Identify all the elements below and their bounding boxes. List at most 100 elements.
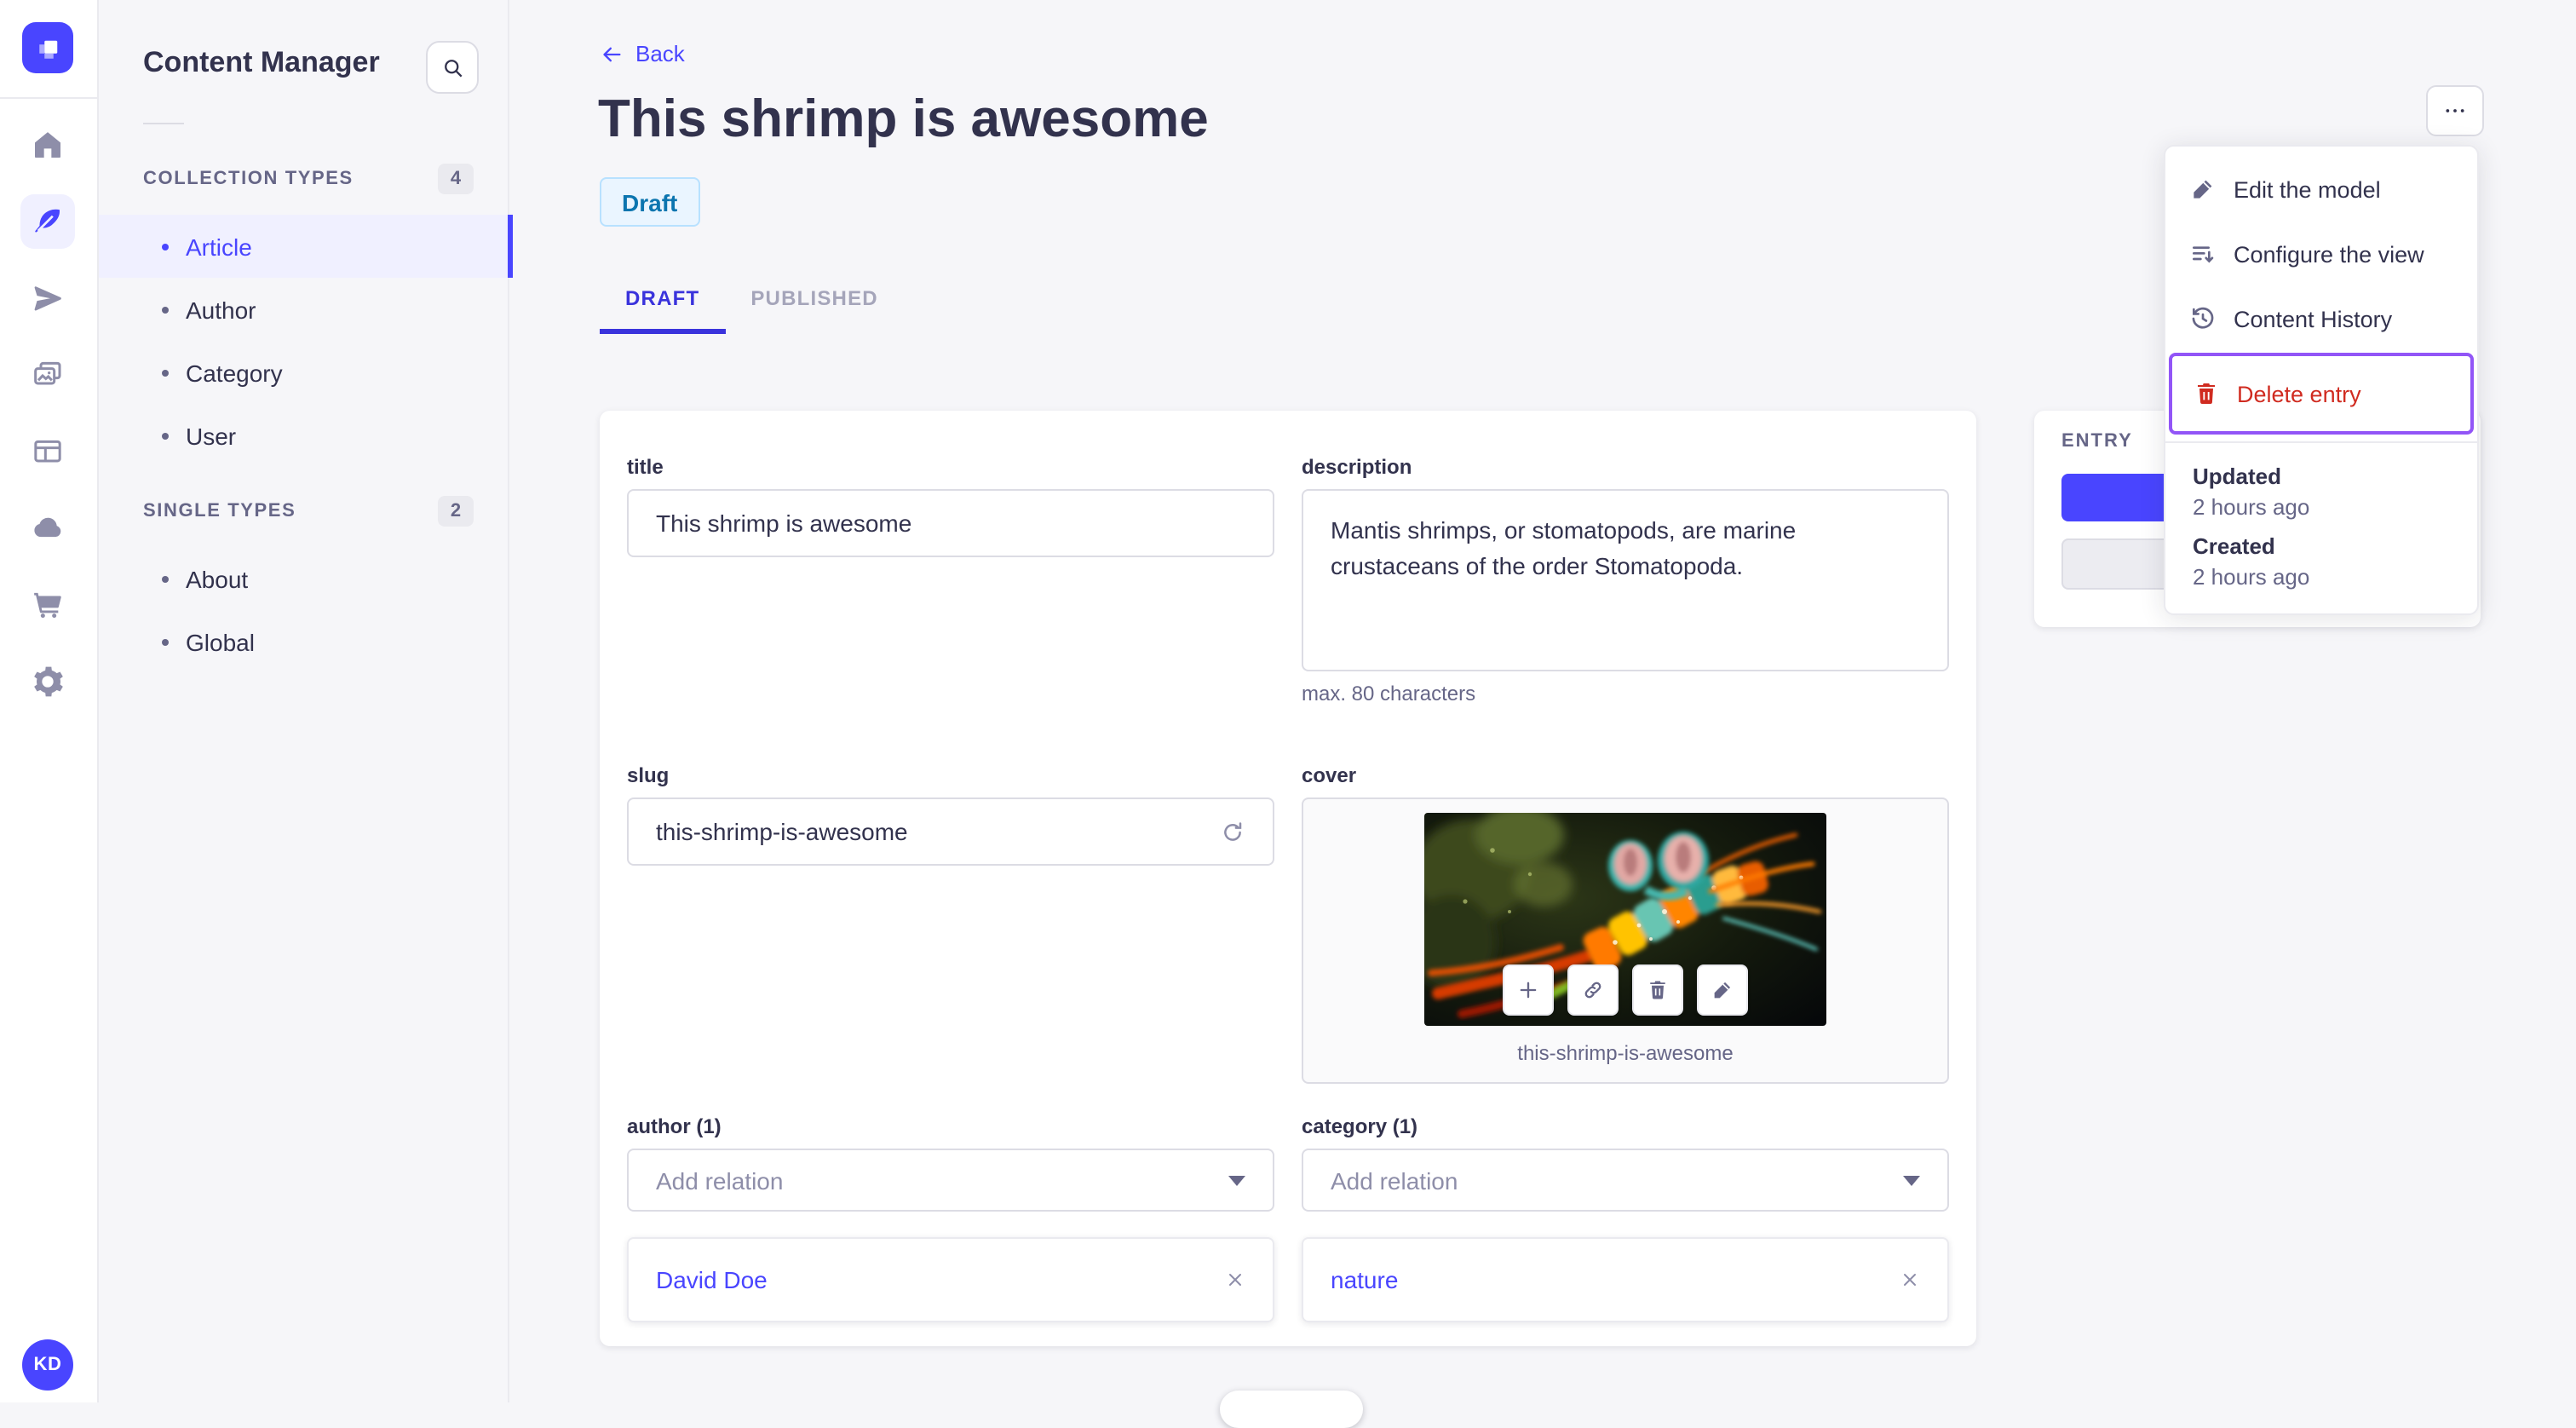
updated-value: 2 hours ago — [2193, 494, 2310, 520]
plus-icon — [1520, 982, 1537, 999]
category-field-group: category (1) Add relation nature — [1302, 1114, 1949, 1322]
nav-content-manager[interactable] — [20, 194, 75, 249]
home-icon — [35, 132, 60, 158]
user-avatar[interactable]: KD — [22, 1339, 73, 1391]
collection-types-label: COLLECTION TYPES — [143, 169, 354, 189]
cover-field-group: cover this-shrimp-is-awesome — [1302, 763, 1949, 1084]
single-types-label: SINGLE TYPES — [143, 501, 296, 521]
nav-deploy[interactable] — [20, 501, 75, 556]
sidebar-item-about[interactable]: About — [97, 547, 508, 610]
tab-draft[interactable]: DRAFT — [600, 273, 726, 334]
chevron-down-icon — [1228, 1175, 1245, 1185]
version-tabs: DRAFT PUBLISHED — [600, 273, 904, 334]
sidebar-item-article[interactable]: Article — [97, 215, 513, 278]
menu-item-label: Configure the view — [2234, 241, 2424, 267]
sidebar-item-global[interactable]: Global — [97, 610, 508, 673]
entry-meta: Updated 2 hours ago Created 2 hours ago — [2165, 460, 2477, 590]
nav-releases[interactable] — [20, 271, 75, 325]
floating-toolbar-pill[interactable] — [1220, 1391, 1363, 1428]
chevron-down-icon — [1903, 1175, 1920, 1185]
edit-media-button[interactable] — [1697, 964, 1748, 1016]
description-textarea[interactable]: Mantis shrimps, or stomatopods, are mari… — [1302, 489, 1949, 671]
cart-icon — [34, 592, 61, 619]
add-media-button[interactable] — [1503, 964, 1554, 1016]
slug-label: slug — [627, 763, 670, 787]
description-helper: max. 80 characters — [1302, 682, 1476, 705]
pictures-icon — [34, 361, 61, 385]
bullet-icon — [162, 432, 169, 439]
author-relation-combobox[interactable]: Add relation — [627, 1149, 1274, 1212]
title-value: This shrimp is awesome — [656, 510, 912, 537]
content-manager-subnav: Content Manager COLLECTION TYPES 4 Artic… — [97, 0, 513, 1402]
menu-item-content-history[interactable]: Content History — [2165, 286, 2477, 351]
menu-item-edit-model[interactable]: Edit the model — [2165, 157, 2477, 222]
menu-item-delete-entry[interactable]: Delete entry — [2169, 353, 2474, 435]
page-title: This shrimp is awesome — [598, 89, 1209, 148]
cover-actions — [1503, 964, 1748, 1016]
single-types-header: SINGLE TYPES 2 — [143, 496, 474, 527]
strapi-logo[interactable] — [22, 22, 73, 73]
sidebar-item-label: User — [186, 422, 237, 449]
trash-icon — [2198, 383, 2215, 404]
author-field-group: author (1) Add relation David Doe — [627, 1114, 1274, 1322]
feather-icon — [35, 209, 60, 233]
remove-relation-icon[interactable] — [1225, 1270, 1245, 1290]
sidebar-item-category[interactable]: Category — [97, 341, 508, 404]
copy-link-button[interactable] — [1567, 964, 1619, 1016]
author-label: author (1) — [627, 1114, 722, 1138]
description-label: description — [1302, 455, 1412, 479]
sidebar-item-label: Category — [186, 359, 283, 386]
remove-relation-icon[interactable] — [1900, 1270, 1920, 1290]
nav-home[interactable] — [20, 118, 75, 172]
created-label: Created — [2193, 533, 2275, 559]
sidebar-item-label: About — [186, 565, 249, 592]
trash-icon — [1650, 981, 1665, 999]
back-label: Back — [635, 41, 685, 66]
collection-types-count: 4 — [438, 164, 474, 194]
link-icon — [1584, 982, 1601, 999]
category-relation-item: nature — [1302, 1237, 1949, 1322]
sidebar-item-label: Article — [186, 233, 252, 260]
menu-item-label: Edit the model — [2234, 176, 2381, 202]
sidebar-item-label: Author — [186, 296, 256, 323]
menu-item-configure-view[interactable]: Configure the view — [2165, 222, 2477, 286]
sidebar-item-author[interactable]: Author — [97, 278, 508, 341]
relation-link[interactable]: David Doe — [656, 1266, 768, 1293]
tab-published[interactable]: PUBLISHED — [725, 273, 904, 334]
back-link[interactable]: Back — [600, 41, 685, 66]
arrow-left-icon — [603, 46, 621, 61]
title-label: title — [627, 455, 664, 479]
search-icon — [444, 59, 462, 77]
updated-label: Updated — [2193, 464, 2281, 489]
nav-marketplace[interactable] — [20, 578, 75, 632]
status-badge: Draft — [600, 177, 700, 227]
category-placeholder: Add relation — [1331, 1166, 1458, 1194]
delete-media-button[interactable] — [1632, 964, 1683, 1016]
relation-link[interactable]: nature — [1331, 1266, 1398, 1293]
configure-view-icon — [2193, 246, 2214, 263]
search-button[interactable] — [426, 41, 479, 94]
layout-icon — [34, 440, 61, 463]
menu-item-label: Content History — [2234, 306, 2393, 331]
category-relation-combobox[interactable]: Add relation — [1302, 1149, 1949, 1212]
slug-input[interactable]: this-shrimp-is-awesome — [627, 797, 1274, 866]
pencil-icon — [2194, 180, 2212, 199]
nav-settings[interactable] — [20, 654, 75, 709]
bullet-icon — [162, 638, 169, 645]
author-placeholder: Add relation — [656, 1166, 784, 1194]
cloud-icon — [34, 517, 61, 538]
more-options-button[interactable] — [2426, 85, 2484, 136]
sidebar-item-label: Global — [186, 628, 255, 655]
more-options-menu: Edit the model Configure the view Conten… — [2164, 145, 2479, 615]
sidebar-item-user[interactable]: User — [97, 404, 508, 467]
subnav-divider — [143, 123, 184, 124]
bullet-icon — [162, 369, 169, 376]
nav-media-library[interactable] — [20, 348, 75, 402]
title-input[interactable]: This shrimp is awesome — [627, 489, 1274, 557]
subnav-title: Content Manager — [143, 46, 380, 78]
nav-content-type-builder[interactable] — [20, 424, 75, 479]
cover-caption: this-shrimp-is-awesome — [1517, 1041, 1734, 1065]
nav-divider — [0, 97, 97, 99]
paper-plane-icon — [34, 286, 61, 311]
regenerate-icon[interactable] — [1220, 819, 1245, 844]
